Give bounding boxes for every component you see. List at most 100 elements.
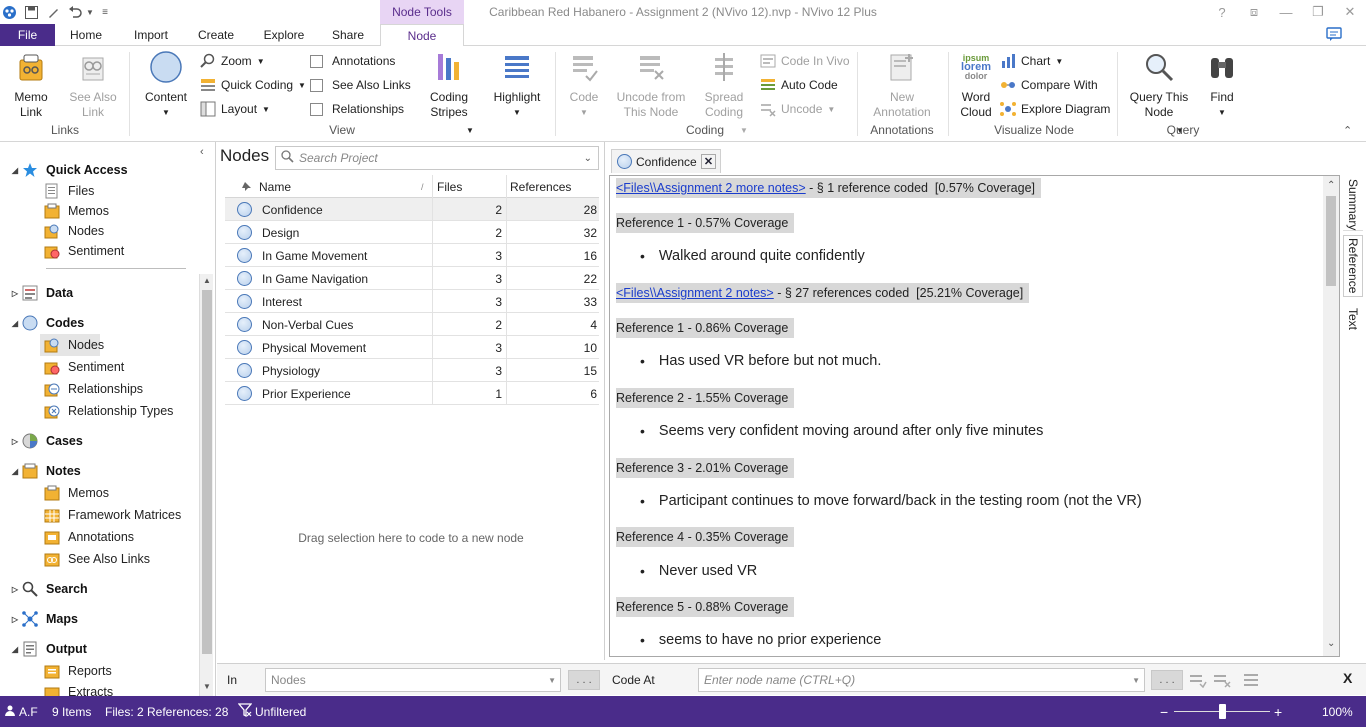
column-header-files[interactable]: Files <box>432 175 506 198</box>
auto-code-button[interactable]: Auto Code <box>760 74 838 96</box>
column-header-name[interactable]: Name <box>259 175 291 198</box>
code-selection-icon[interactable] <box>1189 672 1207 691</box>
relationships-check[interactable] <box>310 102 323 116</box>
undo-icon[interactable] <box>66 3 84 21</box>
notification-icon[interactable] <box>1326 26 1346 44</box>
customize-qat-icon[interactable]: ≡ <box>96 3 114 21</box>
uncode-from-this-node-button[interactable]: Uncode from This Node <box>614 50 688 120</box>
nav-item-reports[interactable]: Reports <box>44 660 112 682</box>
new-annotation-button[interactable]: New Annotation <box>866 50 938 120</box>
zoom-slider-thumb[interactable] <box>1219 704 1226 719</box>
nav-item-see-also-links[interactable]: See Also Links <box>44 548 150 570</box>
nav-section-output[interactable]: ◢ Output <box>8 638 87 660</box>
close-window-button[interactable]: ✕ <box>1335 2 1365 22</box>
save-icon[interactable] <box>22 3 40 21</box>
content-button[interactable]: Content ▼ <box>142 50 190 120</box>
table-row[interactable]: Physiology 3 15 <box>225 359 599 382</box>
collapse-nav-icon[interactable]: ‹ <box>200 146 204 158</box>
undo-dropdown-icon[interactable]: ▼ <box>84 3 96 21</box>
in-dropdown-icon[interactable]: ▼ <box>548 676 556 685</box>
layout-button[interactable]: Layout ▼ <box>200 98 270 120</box>
restore-button[interactable]: ❐ <box>1303 2 1333 22</box>
collapse-ribbon-icon[interactable]: ⌃ <box>1343 124 1352 137</box>
scroll-down-icon[interactable]: ⌄ <box>1327 638 1335 649</box>
close-codebar-button[interactable]: X <box>1343 670 1352 686</box>
nav-item-nodes[interactable]: Nodes <box>44 220 104 242</box>
zoom-in-button[interactable]: + <box>1274 696 1282 727</box>
nav-section-quick-access[interactable]: ◢ Quick Access <box>8 159 128 181</box>
minimize-button[interactable]: — <box>1271 2 1301 22</box>
code-at-dropdown-icon[interactable]: ▼ <box>1132 676 1140 685</box>
nav-scrollbar-thumb[interactable] <box>202 290 212 654</box>
expanded-triangle-icon[interactable]: ◢ <box>8 319 22 328</box>
table-row[interactable]: Design 2 32 <box>225 221 599 244</box>
coding-stripes-button[interactable]: Coding Stripes <box>424 50 474 120</box>
tab-import[interactable]: Import <box>124 24 178 46</box>
tab-node[interactable]: Node <box>380 24 464 47</box>
chart-button[interactable]: Chart ▼ <box>1000 50 1063 72</box>
table-row[interactable]: Interest 3 33 <box>225 290 599 313</box>
ribbon-display-button[interactable]: ⧈ <box>1239 2 1269 22</box>
nav-item-sentiment[interactable]: Sentiment <box>44 240 124 262</box>
column-header-references[interactable]: References <box>506 175 599 198</box>
nav-item-relationship-types[interactable]: Relationship Types <box>44 400 173 422</box>
collapsed-triangle-icon[interactable]: ▷ <box>8 585 22 594</box>
see-also-links-check[interactable] <box>310 78 323 92</box>
quick-code-list-icon[interactable] <box>1243 672 1259 691</box>
file-link[interactable]: <Files\\Assignment 2 notes> <box>616 286 774 300</box>
in-select[interactable]: Nodes ▼ <box>265 668 561 692</box>
collapsed-triangle-icon[interactable]: ▷ <box>8 289 22 298</box>
scroll-up-icon[interactable]: ⌃ <box>1327 180 1335 191</box>
scroll-down-icon[interactable]: ▼ <box>203 682 211 691</box>
nav-section-data[interactable]: ▷ Data <box>8 282 73 304</box>
uncode-button[interactable]: Uncode ▼ <box>760 98 835 120</box>
code-at-browse-button[interactable]: . . . <box>1151 670 1183 690</box>
detail-scrollbar-thumb[interactable] <box>1326 196 1336 286</box>
tab-explore[interactable]: Explore <box>256 24 312 46</box>
see-also-link-button[interactable]: See Also Link <box>68 50 118 120</box>
tab-share[interactable]: Share <box>324 24 372 46</box>
collapsed-triangle-icon[interactable]: ▷ <box>8 615 22 624</box>
nav-scrollbar[interactable]: ▲ ▼ <box>199 274 213 696</box>
nav-item-files[interactable]: Files <box>44 180 94 202</box>
table-row[interactable]: Physical Movement 3 10 <box>225 336 599 359</box>
expanded-triangle-icon[interactable]: ◢ <box>8 467 22 476</box>
nav-item-memos[interactable]: Memos <box>44 200 109 222</box>
side-tab-summary[interactable]: Summary <box>1343 179 1363 231</box>
nav-item-notes-memos[interactable]: Memos <box>44 482 109 504</box>
tab-home[interactable]: Home <box>62 24 110 46</box>
uncode-selection-icon[interactable] <box>1213 672 1231 691</box>
zoom-out-button[interactable]: − <box>1160 696 1168 727</box>
nav-section-notes[interactable]: ◢ Notes <box>8 460 81 482</box>
table-row[interactable]: In Game Movement 3 16 <box>225 244 599 267</box>
nav-section-maps[interactable]: ▷ Maps <box>8 608 78 630</box>
see-also-links-checkbox[interactable]: See Also Links <box>310 74 411 96</box>
side-tab-text[interactable]: Text <box>1343 301 1363 337</box>
file-link[interactable]: <Files\\Assignment 2 more notes> <box>616 181 806 195</box>
help-button[interactable]: ? <box>1207 2 1237 22</box>
memo-link-button[interactable]: Memo Link <box>8 50 54 120</box>
nav-item-relationships[interactable]: Relationships <box>44 378 143 400</box>
side-tab-reference[interactable]: Reference <box>1343 235 1363 297</box>
tab-create[interactable]: Create <box>190 24 242 46</box>
table-row[interactable]: Prior Experience 1 6 <box>225 382 599 405</box>
collapsed-triangle-icon[interactable]: ▷ <box>8 437 22 446</box>
nav-section-cases[interactable]: ▷ Cases <box>8 430 83 452</box>
annotations-check[interactable] <box>310 54 323 68</box>
tab-confidence[interactable]: Confidence ✕ <box>611 149 721 173</box>
nav-item-framework-matrices[interactable]: Framework Matrices <box>44 504 181 526</box>
filter-status[interactable]: Unfiltered <box>237 696 306 727</box>
word-cloud-button[interactable]: ipsum lorem dolor Word Cloud <box>954 50 998 120</box>
compare-with-button[interactable]: Compare With <box>1000 74 1098 96</box>
table-row[interactable]: Non-Verbal Cues 2 4 <box>225 313 599 336</box>
detail-scrollbar[interactable]: ⌃ ⌄ <box>1323 176 1339 656</box>
scroll-up-icon[interactable]: ▲ <box>203 276 211 285</box>
expanded-triangle-icon[interactable]: ◢ <box>8 166 22 175</box>
find-button[interactable]: Find ▼ <box>1202 50 1242 120</box>
zoom-button[interactable]: Zoom ▼ <box>200 50 265 72</box>
table-row[interactable]: In Game Navigation 3 22 <box>225 267 599 290</box>
nav-section-codes[interactable]: ◢ Codes <box>8 312 84 334</box>
highlight-button[interactable]: Highlight ▼ <box>490 50 544 120</box>
code-in-vivo-button[interactable]: Code In Vivo <box>760 50 850 72</box>
nav-item-extracts[interactable]: Extracts <box>44 682 113 696</box>
